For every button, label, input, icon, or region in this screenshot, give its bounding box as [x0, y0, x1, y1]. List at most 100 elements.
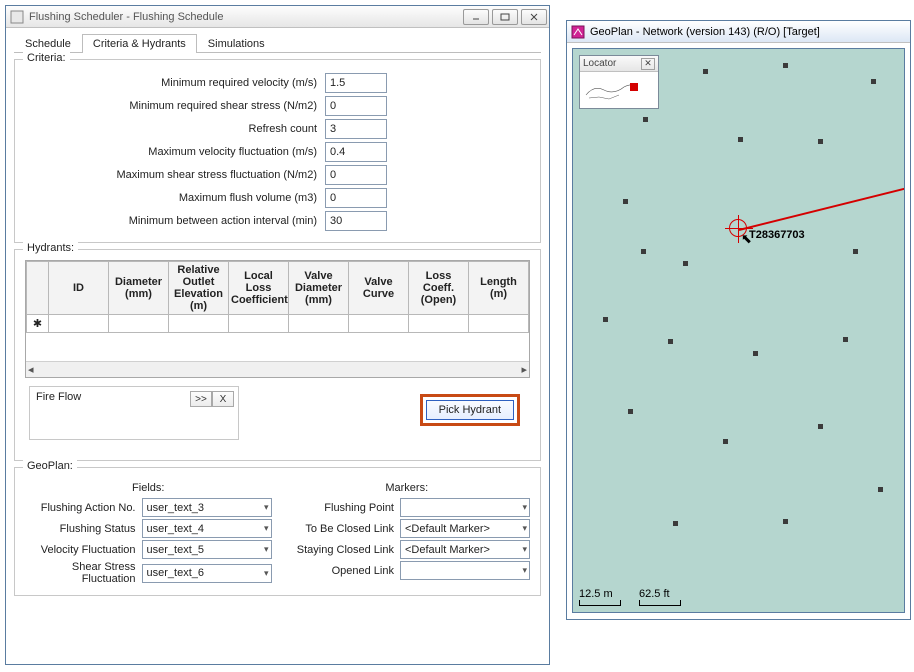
scroll-left-icon[interactable]: ◂: [28, 363, 34, 376]
map-node[interactable]: [668, 339, 673, 344]
chevron-down-icon: ▾: [264, 544, 269, 555]
chevron-down-icon: ▾: [522, 523, 527, 534]
marker-flushing-point-select[interactable]: ▾: [400, 498, 530, 517]
locator-panel[interactable]: Locator ✕: [579, 55, 659, 109]
map-node[interactable]: [623, 199, 628, 204]
map-node[interactable]: [641, 249, 646, 254]
max-vel-fluc-input[interactable]: [325, 142, 387, 162]
marker-staying-closed-select[interactable]: <Default Marker> ▾: [400, 540, 530, 559]
field-action-no-label: Flushing Action No.: [25, 502, 142, 514]
field-vel-fluc-select[interactable]: user_text_5 ▾: [142, 540, 272, 559]
field-shear-fluc-label: Shear Stress Fluctuation: [25, 561, 142, 585]
row-selector-header: [27, 262, 49, 315]
col-loss-coeff[interactable]: Loss Coeff. (Open): [409, 262, 469, 315]
window-title: Flushing Scheduler - Flushing Schedule: [29, 11, 463, 23]
col-valve-curve[interactable]: Valve Curve: [349, 262, 409, 315]
map-node[interactable]: [723, 439, 728, 444]
fire-flow-close-button[interactable]: X: [212, 391, 234, 407]
map-node[interactable]: [783, 519, 788, 524]
col-diameter[interactable]: Diameter (mm): [109, 262, 169, 315]
geoplan-group: GeoPlan: Fields: Flushing Action No. use…: [14, 467, 541, 596]
chevron-down-icon: ▾: [264, 502, 269, 513]
map-pipe[interactable]: [739, 183, 905, 231]
locator-title: Locator: [583, 58, 616, 69]
refresh-count-input[interactable]: [325, 119, 387, 139]
geoplan-window: GeoPlan - Network (version 143) (R/O) [T…: [566, 20, 911, 620]
pick-hydrant-highlight: Pick Hydrant: [420, 394, 520, 426]
map-node[interactable]: [853, 249, 858, 254]
refresh-count-label: Refresh count: [25, 123, 325, 135]
map-node[interactable]: [783, 63, 788, 68]
minimize-button[interactable]: [463, 9, 489, 25]
tab-simulations[interactable]: Simulations: [197, 34, 276, 53]
hydrants-table[interactable]: ID Diameter (mm) Relative Outlet Elevati…: [25, 260, 530, 378]
map-node[interactable]: [643, 117, 648, 122]
max-shear-fluc-input[interactable]: [325, 165, 387, 185]
map-node[interactable]: [843, 337, 848, 342]
map-node[interactable]: [871, 79, 876, 84]
map-node[interactable]: [673, 521, 678, 526]
field-status-select[interactable]: user_text_4 ▾: [142, 519, 272, 538]
pick-hydrant-button[interactable]: Pick Hydrant: [426, 400, 514, 420]
marker-flushing-point-label: Flushing Point: [284, 502, 401, 514]
map-node[interactable]: [603, 317, 608, 322]
scale-imperial: 62.5 ft: [639, 588, 670, 600]
node-label: T28367703: [749, 229, 805, 241]
geoplan-titlebar[interactable]: GeoPlan - Network (version 143) (R/O) [T…: [567, 21, 910, 43]
max-flush-vol-input[interactable]: [325, 188, 387, 208]
map-node[interactable]: [818, 424, 823, 429]
app-icon: [10, 10, 24, 24]
close-button[interactable]: [521, 9, 547, 25]
map-node[interactable]: [878, 487, 883, 492]
min-velocity-input[interactable]: [325, 73, 387, 93]
maximize-button[interactable]: [492, 9, 518, 25]
map-node[interactable]: [738, 137, 743, 142]
map-canvas[interactable]: Locator ✕: [572, 48, 905, 613]
col-valve-dia[interactable]: Valve Diameter (mm): [289, 262, 349, 315]
map-node[interactable]: [818, 139, 823, 144]
col-id[interactable]: ID: [49, 262, 109, 315]
map-node[interactable]: [703, 69, 708, 74]
chevron-down-icon: ▾: [264, 523, 269, 534]
map-node[interactable]: [628, 409, 633, 414]
tab-schedule[interactable]: Schedule: [14, 34, 82, 53]
hydrants-group: Hydrants: ID Diameter (mm) Relative Outl…: [14, 249, 541, 461]
max-flush-vol-label: Maximum flush volume (m3): [25, 192, 325, 204]
markers-heading: Markers:: [284, 482, 531, 494]
new-row-marker: ✱: [27, 315, 49, 333]
max-shear-fluc-label: Maximum shear stress fluctuation (N/m2): [25, 169, 325, 181]
map-node[interactable]: [753, 351, 758, 356]
scroll-right-icon[interactable]: ▸: [521, 363, 527, 376]
map-node[interactable]: [683, 261, 688, 266]
locator-close-button[interactable]: ✕: [641, 58, 655, 70]
locator-minimap[interactable]: [580, 72, 658, 108]
horizontal-scrollbar[interactable]: ◂ ▸: [26, 361, 529, 377]
chevron-down-icon: ▾: [522, 502, 527, 513]
col-rel-outlet[interactable]: Relative Outlet Elevation (m): [169, 262, 229, 315]
field-shear-fluc-select[interactable]: user_text_6 ▾: [142, 564, 272, 583]
fire-flow-more-button[interactable]: >>: [190, 391, 212, 407]
chevron-down-icon: ▾: [522, 565, 527, 576]
fields-heading: Fields:: [25, 482, 272, 494]
geoplan-legend: GeoPlan:: [23, 460, 77, 472]
min-shear-input[interactable]: [325, 96, 387, 116]
field-action-no-select[interactable]: user_text_3 ▾: [142, 498, 272, 517]
tab-criteria-hydrants[interactable]: Criteria & Hydrants: [82, 34, 197, 53]
hydrants-legend: Hydrants:: [23, 242, 78, 254]
marker-opened-label: Opened Link: [284, 565, 401, 577]
min-shear-label: Minimum required shear stress (N/m2): [25, 100, 325, 112]
min-interval-input[interactable]: [325, 211, 387, 231]
field-vel-fluc-label: Velocity Fluctuation: [25, 544, 142, 556]
scale-metric: 12.5 m: [579, 588, 613, 600]
table-row[interactable]: ✱: [27, 315, 529, 333]
titlebar[interactable]: Flushing Scheduler - Flushing Schedule: [6, 6, 549, 28]
marker-to-be-closed-label: To Be Closed Link: [284, 523, 401, 535]
marker-opened-select[interactable]: ▾: [400, 561, 530, 580]
chevron-down-icon: ▾: [264, 568, 269, 579]
field-status-label: Flushing Status: [25, 523, 142, 535]
col-local-loss[interactable]: Local Loss Coefficient: [229, 262, 289, 315]
chevron-down-icon: ▾: [522, 544, 527, 555]
marker-to-be-closed-select[interactable]: <Default Marker> ▾: [400, 519, 530, 538]
fire-flow-label: Fire Flow: [36, 391, 81, 403]
col-length[interactable]: Length (m): [469, 262, 529, 315]
